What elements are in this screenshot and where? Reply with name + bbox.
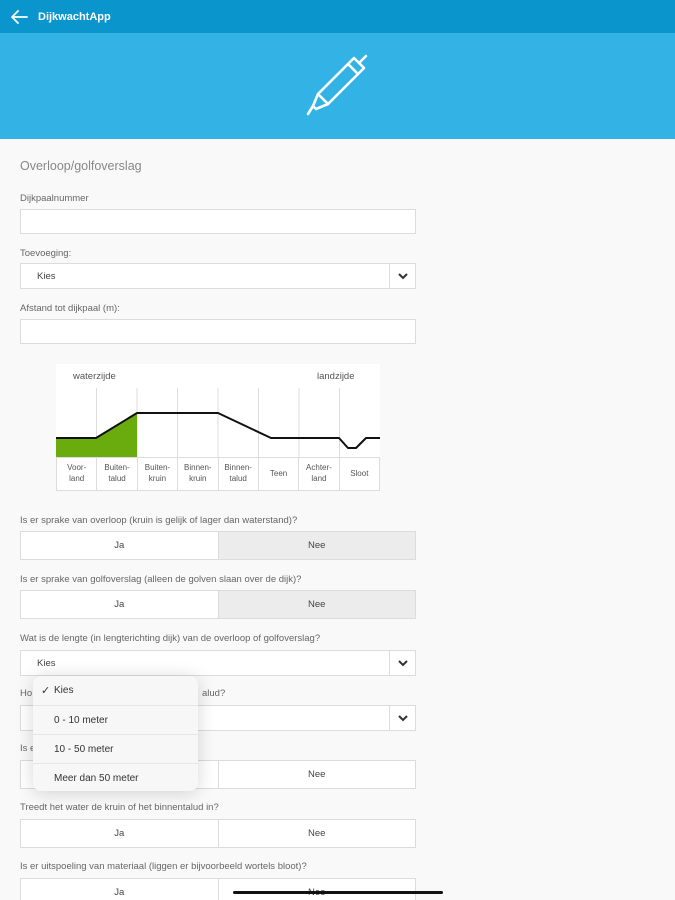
afstand-label: Afstand tot dijkpaal (m): bbox=[20, 303, 120, 314]
toevoeging-label: Toevoeging: bbox=[20, 248, 72, 259]
q-kruin-ja-button[interactable]: Ja bbox=[21, 820, 218, 847]
q-uitspoeling-label: Is er uitspoeling van materiaal (liggen … bbox=[20, 861, 307, 872]
zone-teen: Teen bbox=[257, 458, 298, 490]
zone-row: Voor-land Buiten-talud Buiten-kruin Binn… bbox=[56, 457, 380, 491]
back-arrow-icon bbox=[11, 9, 28, 24]
home-indicator[interactable] bbox=[233, 891, 443, 894]
chevron-down-icon bbox=[389, 651, 415, 675]
chevron-down-icon bbox=[389, 264, 415, 288]
app-title: DijkwachtApp bbox=[38, 10, 111, 23]
q-lengte-label: Wat is de lengte (in lengterichting dijk… bbox=[20, 633, 321, 644]
hero-banner bbox=[0, 33, 675, 139]
zone-sloot: Sloot bbox=[338, 458, 379, 490]
zone-binnenkruin: Binnen-kruin bbox=[177, 458, 217, 490]
q-kruin-label: Treedt het water de kruin of het binnent… bbox=[20, 802, 219, 813]
dike-profile bbox=[56, 388, 380, 458]
q-golfoverslag-nee-button[interactable]: Nee bbox=[217, 591, 415, 618]
q4-label-start: Ho bbox=[20, 688, 33, 699]
checkmark-icon: ✓ bbox=[41, 685, 51, 697]
toevoeging-value: Kies bbox=[37, 271, 56, 282]
zone-binnentalud: Binnen-talud bbox=[217, 458, 258, 490]
lengte-dropdown-menu: ✓ Kies 0 - 10 meter 10 - 50 meter Meer d… bbox=[33, 676, 198, 791]
back-button[interactable] bbox=[0, 0, 38, 33]
q-overloop-nee-button[interactable]: Nee bbox=[217, 532, 415, 559]
q-lengte-value: Kies bbox=[37, 658, 56, 669]
dropdown-option[interactable]: Meer dan 50 meter bbox=[33, 763, 198, 792]
afstand-input[interactable] bbox=[20, 319, 416, 344]
q-uitspoeling-toggle: Ja Nee bbox=[20, 878, 416, 900]
dropdown-option[interactable]: 0 - 10 meter bbox=[33, 705, 198, 734]
chevron-down-icon bbox=[389, 706, 415, 730]
q-golfoverslag-label: Is er sprake van golfoverslag (alleen de… bbox=[20, 574, 302, 585]
pen-icon bbox=[306, 54, 367, 116]
toevoeging-select[interactable]: Kies bbox=[20, 263, 416, 289]
q-kruin-toggle: Ja Nee bbox=[20, 819, 416, 848]
zone-buitenkruin: Buiten-kruin bbox=[136, 458, 177, 490]
q-kruin-nee-button[interactable]: Nee bbox=[217, 820, 415, 847]
q-uitspoeling-nee-button[interactable]: Nee bbox=[217, 879, 415, 900]
q-overloop-label: Is er sprake van overloop (kruin is geli… bbox=[20, 515, 298, 526]
q-overloop-ja-button[interactable]: Ja bbox=[21, 532, 218, 559]
dijkpaal-label: Dijkpaalnummer bbox=[20, 193, 89, 204]
q5-nee-button[interactable]: Nee bbox=[217, 761, 415, 788]
top-bar: DijkwachtApp bbox=[0, 0, 675, 33]
dike-diagram: waterzijde landzijde Voor-land Buiten-ta… bbox=[56, 364, 380, 491]
zone-buitentalud: Buiten-talud bbox=[96, 458, 136, 490]
dijkpaal-input[interactable] bbox=[20, 209, 416, 234]
dropdown-option[interactable]: ✓ Kies bbox=[33, 676, 198, 705]
dropdown-option[interactable]: 10 - 50 meter bbox=[33, 734, 198, 763]
q4-label-end: alud? bbox=[202, 688, 226, 699]
zone-voorland: Voor-land bbox=[67, 463, 87, 483]
q-uitspoeling-ja-button[interactable]: Ja bbox=[21, 879, 218, 900]
zone-achterland: Achter-land bbox=[298, 458, 338, 490]
q-golfoverslag-toggle: Ja Nee bbox=[20, 590, 416, 619]
q-golfoverslag-ja-button[interactable]: Ja bbox=[21, 591, 218, 618]
q-lengte-select[interactable]: Kies bbox=[20, 650, 416, 676]
q-overloop-toggle: Ja Nee bbox=[20, 531, 416, 560]
form-title: Overloop/golfoverslag bbox=[20, 159, 142, 173]
